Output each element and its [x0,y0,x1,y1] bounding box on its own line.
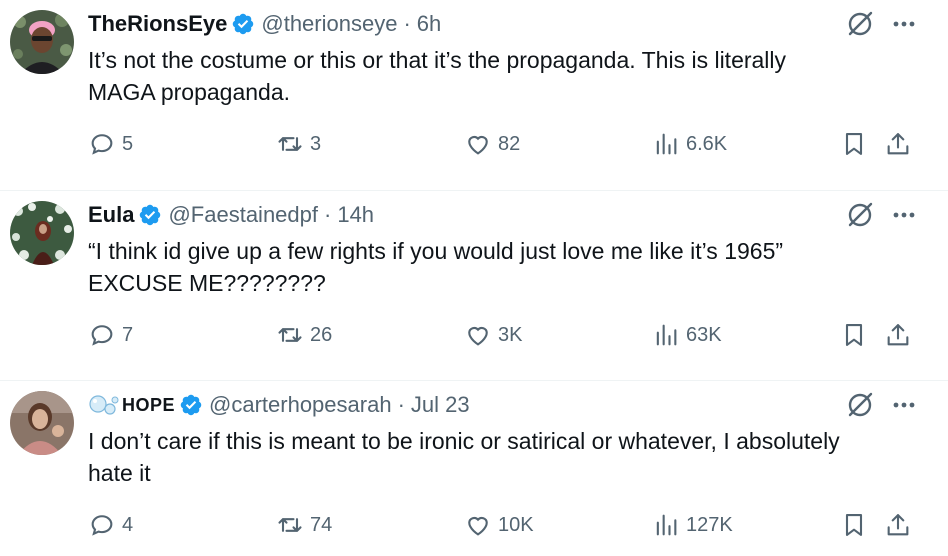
share-icon [887,324,909,346]
timestamp[interactable]: 14h [337,202,374,228]
more-icon[interactable] [888,389,920,421]
repost-button[interactable]: 3 [276,128,321,160]
tweet-text-line: hate it [88,460,151,486]
tweet[interactable]: Eula @Faestainedpf · 14h “I think id giv… [0,190,948,380]
repost-icon [278,137,302,151]
share-button[interactable] [884,509,912,541]
reply-button[interactable]: 4 [88,509,133,541]
reply-button[interactable]: 5 [88,128,133,160]
like-count: 82 [498,132,521,155]
tweet-text-line: “I think id give up a few rights if you … [88,238,784,264]
share-button[interactable] [884,319,912,351]
view-count: 6.6K [686,132,728,155]
verified-badge-icon [180,394,202,416]
handle[interactable]: @carterhopesarah [209,392,392,418]
tweet-text: “I think id give up a few rights if you … [88,235,908,299]
tweet-text-line: It’s not the costume or this or that it’… [88,47,787,73]
like-count: 10K [498,513,534,536]
views-button[interactable]: 63K [652,319,722,351]
view-count: 63K [686,323,722,346]
more-icon[interactable] [888,199,920,231]
like-icon [468,135,488,155]
tweet[interactable]: TheRionsEye @therionseye · 6h It’s not t… [0,0,948,190]
bookmark-button[interactable] [840,319,868,351]
like-button[interactable]: 10K [464,509,534,541]
share-icon [887,133,909,155]
views-icon [656,133,677,155]
separator: · [403,11,411,36]
display-name[interactable]: Eula [88,202,134,228]
tweet[interactable]: HOPE @carterhopesarah · Jul 23 I don’t c… [0,380,948,556]
bookmark-button[interactable] [840,128,868,160]
verified-badge-icon [140,204,161,226]
grok-icon[interactable] [844,8,876,40]
avatar[interactable] [10,201,74,265]
like-button[interactable]: 3K [464,319,522,351]
timestamp[interactable]: Jul 23 [411,392,470,418]
grok-icon[interactable] [844,199,876,231]
avatar[interactable] [10,391,74,455]
verified-badge-icon [233,13,254,35]
handle[interactable]: @Faestainedpf [168,202,318,228]
views-icon [656,514,677,536]
display-name[interactable]: TheRionsEye [88,11,227,37]
tweet-text-line: MAGA propaganda. [88,79,291,105]
repost-count: 3 [310,132,322,155]
reply-count: 5 [122,132,134,155]
views-button[interactable]: 127K [652,509,733,541]
action-bar: 5 3 82 6.6K [88,128,920,160]
timestamp[interactable]: 6h [417,11,441,37]
repost-icon [278,328,302,342]
bookmark-button[interactable] [840,509,868,541]
views-button[interactable]: 6.6K [652,128,727,160]
handle[interactable]: @therionseye [261,11,397,37]
like-icon [468,516,488,536]
repost-count: 74 [310,513,333,536]
display-name[interactable]: HOPE [122,395,175,416]
share-button[interactable] [884,128,912,160]
like-count: 3K [498,323,523,346]
share-icon [887,514,909,536]
tweet-text: It’s not the costume or this or that it’… [88,44,908,108]
repost-count: 26 [310,323,333,346]
action-bar: 4 74 10K 127K [88,509,920,541]
bubbles-emoji-icon [89,395,119,415]
like-button[interactable]: 82 [464,128,520,160]
view-count: 127K [686,513,733,536]
action-bar: 7 26 3K 63K [88,319,920,351]
reply-count: 4 [122,513,134,536]
like-icon [468,326,488,346]
repost-button[interactable]: 26 [276,319,332,351]
reply-icon [91,134,113,155]
views-icon [656,324,677,346]
tweet-text-line: EXCUSE ME???????? [88,270,326,296]
tweet-text-line: I don’t care if this is meant to be iron… [88,428,840,454]
separator: · [397,392,405,417]
bookmark-icon [845,324,863,346]
tweet-text: I don’t care if this is meant to be iron… [88,425,908,489]
avatar[interactable] [10,10,74,74]
reply-button[interactable]: 7 [88,319,133,351]
bookmark-icon [845,133,863,155]
grok-icon[interactable] [844,389,876,421]
reply-icon [91,325,113,346]
bookmark-icon [845,514,863,536]
more-icon[interactable] [888,8,920,40]
separator: · [324,202,332,227]
reply-count: 7 [122,323,134,346]
repost-button[interactable]: 74 [276,509,332,541]
reply-icon [91,515,113,536]
repost-icon [278,518,302,532]
